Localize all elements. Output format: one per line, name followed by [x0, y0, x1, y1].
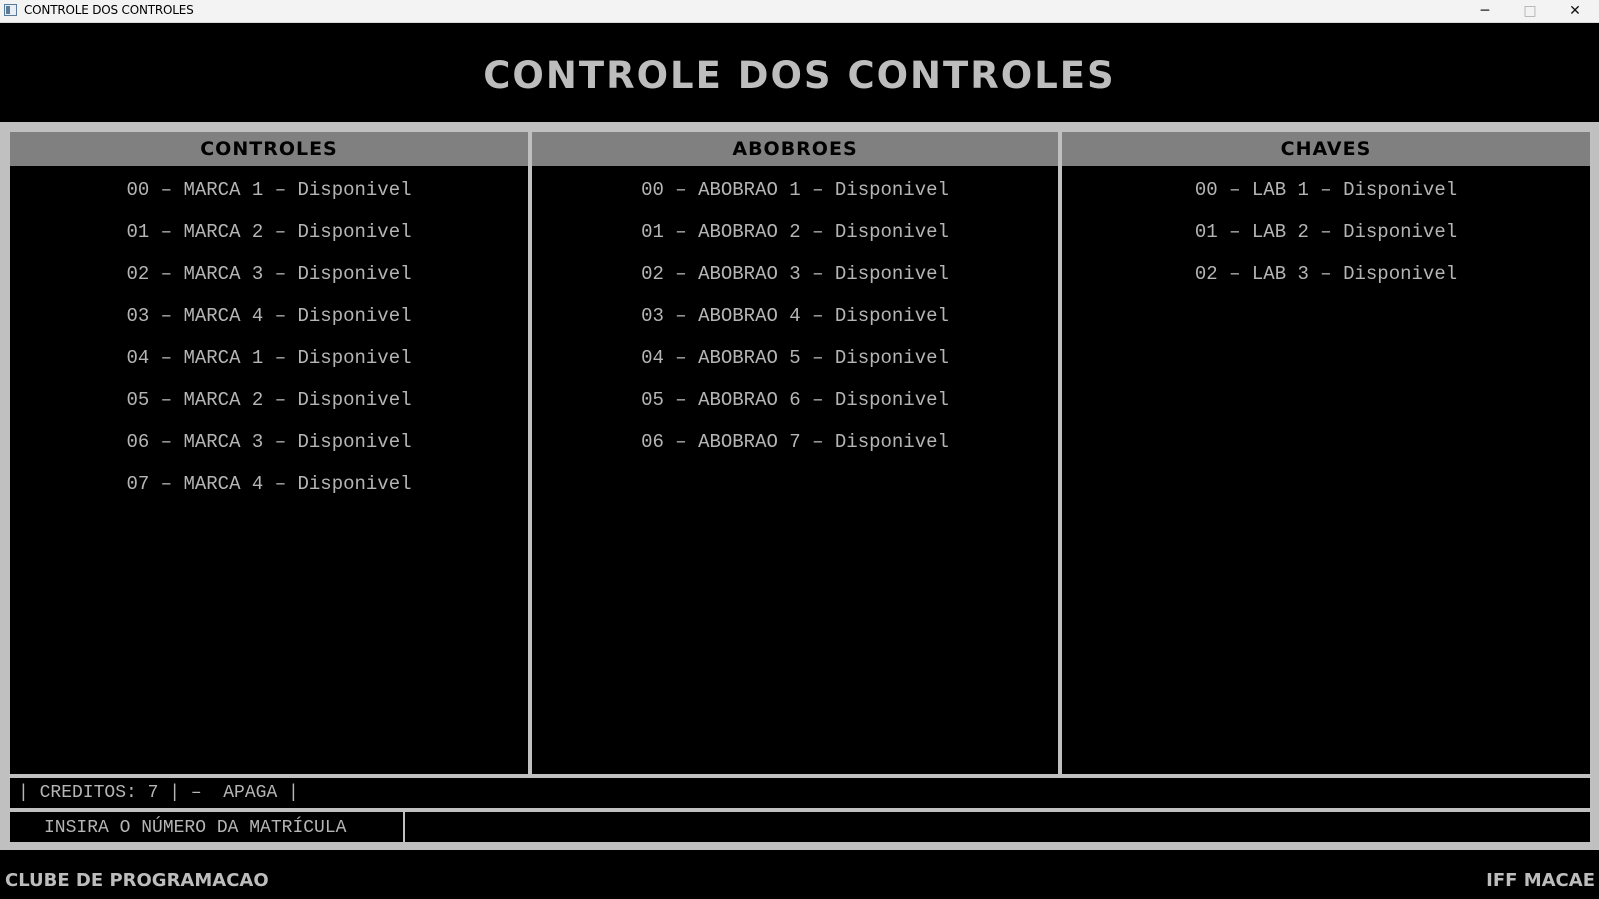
footer-club-name: CLUBE DE PROGRAMACAO — [5, 870, 269, 891]
close-icon[interactable]: ✕ — [1553, 0, 1597, 22]
list-item: 07 – MARCA 4 – Disponivel — [126, 473, 412, 495]
list-item: 00 – MARCA 1 – Disponivel — [126, 179, 412, 201]
minimize-icon[interactable]: ─ — [1463, 0, 1507, 22]
list-item: 01 – ABOBRAO 2 – Disponivel — [641, 221, 949, 243]
list-item: 03 – ABOBRAO 4 – Disponivel — [641, 305, 949, 327]
chaves-panel: CHAVES 00 – LAB 1 – Disponivel 01 – LAB 2… — [1062, 132, 1590, 774]
window-title: CONTROLE DOS CONTROLES — [24, 3, 194, 17]
controles-header: CONTROLES — [10, 132, 528, 166]
list-item: 02 – ABOBRAO 3 – Disponivel — [641, 263, 949, 285]
app-footer: CLUBE DE PROGRAMACAO IFF MACAE — [0, 850, 1599, 899]
status-bar: | CREDITOS: 7 | – APAGA | — [10, 778, 1590, 808]
list-item: 04 – ABOBRAO 5 – Disponivel — [641, 347, 949, 369]
abobroes-panel: ABOBROES 00 – ABOBRAO 1 – Disponivel 01 –… — [532, 132, 1058, 774]
list-item: 06 – MARCA 3 – Disponivel — [126, 431, 412, 453]
list-item: 02 – MARCA 3 – Disponivel — [126, 263, 412, 285]
app-window-icon — [4, 4, 17, 16]
abobroes-header: ABOBROES — [532, 132, 1058, 166]
matricula-input-row: INSIRA O NÚMERO DA MATRÍCULA — [10, 812, 1590, 842]
list-item: 05 – MARCA 2 – Disponivel — [126, 389, 412, 411]
page-title: CONTROLE DOS CONTROLES — [483, 54, 1116, 97]
chaves-header: CHAVES — [1062, 132, 1590, 166]
window-titlebar: CONTROLE DOS CONTROLES ─ □ ✕ — [0, 0, 1599, 23]
footer-institution: IFF MACAE — [1486, 870, 1595, 891]
content-frame: CONTROLES 00 – MARCA 1 – Disponivel 01 – … — [0, 122, 1599, 850]
app-header: CONTROLE DOS CONTROLES — [0, 23, 1599, 122]
list-item: 00 – ABOBRAO 1 – Disponivel — [641, 179, 949, 201]
controles-list: 00 – MARCA 1 – Disponivel 01 – MARCA 2 – … — [10, 166, 528, 508]
list-item: 04 – MARCA 1 – Disponivel — [126, 347, 412, 369]
matricula-input[interactable] — [407, 812, 1590, 842]
list-item: 01 – LAB 2 – Disponivel — [1194, 221, 1458, 243]
abobroes-list: 00 – ABOBRAO 1 – Disponivel 01 – ABOBRAO … — [532, 166, 1058, 466]
list-item: 02 – LAB 3 – Disponivel — [1194, 263, 1458, 285]
list-item: 01 – MARCA 2 – Disponivel — [126, 221, 412, 243]
maximize-icon[interactable]: □ — [1508, 0, 1552, 22]
list-item: 06 – ABOBRAO 7 – Disponivel — [641, 431, 949, 453]
matricula-label: INSIRA O NÚMERO DA MATRÍCULA — [10, 812, 405, 842]
chaves-list: 00 – LAB 1 – Disponivel 01 – LAB 2 – Disp… — [1062, 166, 1590, 298]
list-item: 00 – LAB 1 – Disponivel — [1194, 179, 1458, 201]
list-item: 05 – ABOBRAO 6 – Disponivel — [641, 389, 949, 411]
controles-panel: CONTROLES 00 – MARCA 1 – Disponivel 01 – … — [10, 132, 528, 774]
list-item: 03 – MARCA 4 – Disponivel — [126, 305, 412, 327]
